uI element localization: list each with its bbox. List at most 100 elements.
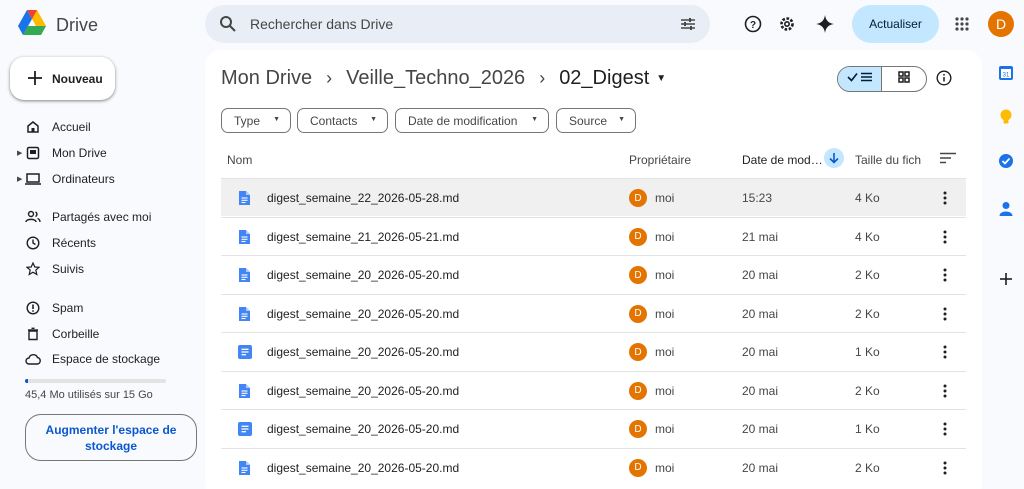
file-name[interactable]: digest_semaine_20_2026-05-20.md <box>267 461 459 475</box>
chevron-down-icon: ▼ <box>531 116 538 123</box>
sidebar-item-spam[interactable]: Spam <box>0 296 200 320</box>
calendar-icon[interactable]: 31 <box>996 63 1016 83</box>
sidebar-item-home[interactable]: Accueil <box>0 115 200 139</box>
get-more-storage-button[interactable]: Augmenter l'espace de stockage <box>25 414 197 461</box>
file-row[interactable]: digest_semaine_20_2026-05-20.md Dmoi 20 ma… <box>221 332 966 370</box>
breadcrumb: Mon Drive › Veille_Techno_2026 › 02_Dige… <box>221 67 666 90</box>
sidebar-item-starred[interactable]: Suivis <box>0 257 200 281</box>
doc-file-icon <box>238 191 250 208</box>
file-name[interactable]: digest_semaine_20_2026-05-20.md <box>267 422 459 436</box>
sidebar-item-storage[interactable]: Espace de stockage <box>0 347 200 371</box>
file-size: 1 Ko <box>855 345 880 359</box>
file-owner: moi <box>655 268 675 282</box>
gemini-sparkle-icon[interactable] <box>813 12 837 36</box>
account-avatar[interactable]: D <box>988 11 1014 37</box>
more-options-icon[interactable] <box>937 266 953 284</box>
file-row[interactable]: digest_semaine_22_2026-05-28.md Dmoi 15:23… <box>221 178 966 216</box>
view-toggle[interactable] <box>837 66 927 92</box>
my-drive-icon <box>25 145 41 161</box>
info-icon[interactable] <box>936 70 952 91</box>
drive-logo[interactable]: Drive <box>18 10 98 41</box>
home-icon <box>25 119 41 135</box>
owner-avatar: D <box>629 381 647 400</box>
owner-avatar: D <box>629 458 647 477</box>
sidebar-item-shared[interactable]: Partagés avec moi <box>0 205 200 229</box>
file-name[interactable]: digest_semaine_20_2026-05-20.md <box>267 345 459 359</box>
sidebar-item-my-drive[interactable]: ▶ Mon Drive <box>0 141 200 165</box>
column-header-owner[interactable]: Propriétaire <box>629 153 691 167</box>
file-modified-date: 15:23 <box>742 191 773 205</box>
sort-options-icon[interactable] <box>940 152 956 167</box>
more-options-icon[interactable] <box>937 189 953 207</box>
breadcrumb-item-folder[interactable]: Veille_Techno_2026 <box>346 67 525 90</box>
sidebar-item-computers[interactable]: ▶ Ordinateurs <box>0 167 200 191</box>
filter-type-chip[interactable]: Type ▼ <box>221 108 291 133</box>
search-icon[interactable] <box>219 15 237 38</box>
upgrade-button[interactable]: Actualiser <box>852 5 939 43</box>
file-row[interactable]: digest_semaine_20_2026-05-20.md Dmoi 20 ma… <box>221 293 966 332</box>
plus-icon <box>25 68 45 93</box>
file-row[interactable]: digest_semaine_20_2026-05-20.md Dmoi 20 ma… <box>221 255 966 293</box>
more-options-icon[interactable] <box>937 459 953 477</box>
expand-caret-icon[interactable]: ▶ <box>17 175 22 183</box>
contacts-icon[interactable] <box>996 199 1016 219</box>
apps-grid-icon[interactable] <box>950 12 974 36</box>
dropdown-caret-icon[interactable]: ▼ <box>656 73 666 84</box>
column-header-name[interactable]: Nom <box>227 153 252 167</box>
breadcrumb-item-my-drive[interactable]: Mon Drive <box>221 67 312 90</box>
breadcrumb-current-folder[interactable]: 02_Digest <box>559 67 649 90</box>
file-row[interactable]: digest_semaine_21_2026-05-21.md Dmoi 21 ma… <box>221 216 966 255</box>
tasks-icon[interactable] <box>996 151 1016 171</box>
sidebar-item-label: Récents <box>52 236 97 250</box>
file-name[interactable]: digest_semaine_20_2026-05-20.md <box>267 268 459 282</box>
list-view-button[interactable] <box>838 67 883 91</box>
search-input[interactable]: Rechercher dans Drive <box>250 16 393 32</box>
breadcrumb-separator-icon: › <box>539 68 546 88</box>
new-button[interactable]: Nouveau <box>10 57 115 100</box>
app-name: Drive <box>56 15 99 35</box>
cloud-icon <box>25 351 41 367</box>
more-options-icon[interactable] <box>937 420 953 438</box>
sort-descending-icon[interactable] <box>824 148 844 168</box>
search-options-icon[interactable] <box>680 16 696 37</box>
expand-caret-icon[interactable]: ▶ <box>17 149 22 157</box>
sidebar-item-label: Partagés avec moi <box>52 210 152 224</box>
grid-view-button[interactable] <box>882 67 926 91</box>
search-bar[interactable]: Rechercher dans Drive <box>205 5 710 43</box>
file-name[interactable]: digest_semaine_20_2026-05-20.md <box>267 307 459 321</box>
drive-logo-icon <box>18 10 46 41</box>
star-icon <box>25 261 41 277</box>
filter-chip-label: Source <box>569 113 608 128</box>
more-options-icon[interactable] <box>937 343 953 361</box>
column-header-modified[interactable]: Date de mod… <box>742 153 823 167</box>
more-options-icon[interactable] <box>937 382 953 400</box>
filter-chip-label: Type <box>234 113 261 128</box>
file-name[interactable]: digest_semaine_20_2026-05-20.md <box>267 384 459 398</box>
file-row[interactable]: digest_semaine_20_2026-05-20.md Dmoi 20 ma… <box>221 447 966 486</box>
more-options-icon[interactable] <box>937 228 953 246</box>
sidebar-item-recent[interactable]: Récents <box>0 231 200 255</box>
filter-source-chip[interactable]: Source ▼ <box>556 108 636 133</box>
file-size: 2 Ko <box>855 383 880 398</box>
owner-avatar: D <box>629 420 647 438</box>
add-addon-plus-icon[interactable] <box>996 269 1016 289</box>
file-row[interactable]: digest_semaine_20_2026-05-20.md Dmoi 20 ma… <box>221 370 966 409</box>
file-modified-date: 20 mai <box>742 345 779 359</box>
owner-avatar: D <box>629 343 647 361</box>
file-name[interactable]: digest_semaine_22_2026-05-28.md <box>267 191 459 205</box>
column-header-size[interactable]: Taille du fich <box>855 153 921 167</box>
owner-avatar: D <box>629 266 647 284</box>
sidebar-item-trash[interactable]: Corbeille <box>0 322 200 346</box>
more-options-icon[interactable] <box>937 305 953 323</box>
file-size: 1 Ko <box>855 422 880 436</box>
filter-contacts-chip[interactable]: Contacts ▼ <box>297 108 388 133</box>
file-name[interactable]: digest_semaine_21_2026-05-21.md <box>267 230 459 244</box>
keep-icon[interactable] <box>996 107 1016 127</box>
shared-icon <box>25 209 41 225</box>
help-icon[interactable]: ? <box>741 12 765 36</box>
file-row[interactable]: digest_semaine_20_2026-05-20.md Dmoi 20 ma… <box>221 409 966 447</box>
settings-gear-icon[interactable] <box>775 12 799 36</box>
filter-modified-date-chip[interactable]: Date de modification ▼ <box>395 108 549 133</box>
clock-icon <box>25 235 41 251</box>
doc-file-icon <box>238 460 250 478</box>
